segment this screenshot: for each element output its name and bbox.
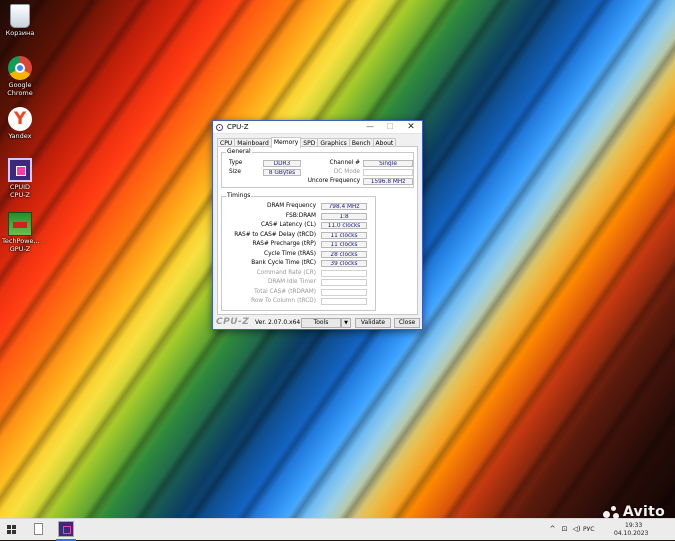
tools-button[interactable]: Tools bbox=[301, 318, 341, 328]
chrome-icon bbox=[8, 56, 32, 80]
taskbar: ^ ⊡ ◁) РУС 19:33 04.10.2023 bbox=[0, 518, 675, 541]
clock-date[interactable]: 04.10.2023 bbox=[614, 530, 648, 537]
close-button[interactable]: Close bbox=[394, 318, 420, 328]
desktop-icon-recycle-bin[interactable]: Корзина bbox=[2, 4, 38, 37]
timing-value: 11.0 clocks bbox=[321, 222, 367, 229]
timing-label: Command Rate (CR) bbox=[256, 269, 316, 276]
file-explorer-icon[interactable] bbox=[34, 523, 43, 535]
windows-start-icon[interactable] bbox=[7, 525, 16, 534]
uncore-frequency-value: 1596.8 MHz bbox=[363, 178, 413, 185]
timing-value bbox=[321, 288, 367, 296]
timing-value: 798.4 MHz bbox=[321, 203, 367, 210]
maximize-button[interactable]: ☐ bbox=[380, 121, 400, 133]
cpuz-icon bbox=[8, 158, 32, 182]
size-label: Size bbox=[229, 169, 241, 175]
desktop-icon-label: Yandex bbox=[8, 132, 32, 140]
timing-label: Total CAS# (tRDRAM) bbox=[254, 288, 316, 295]
gpuz-icon bbox=[8, 212, 32, 236]
desktop-icon-chrome[interactable]: Google Chrome bbox=[2, 56, 38, 97]
desktop-icon-cpuz[interactable]: CPUID CPU-Z bbox=[2, 158, 38, 199]
clock-time[interactable]: 19:33 bbox=[625, 522, 642, 529]
cpuz-title-icon bbox=[216, 123, 223, 131]
validate-button[interactable]: Validate bbox=[355, 318, 391, 328]
recycle-bin-icon bbox=[10, 4, 30, 28]
avito-dots-icon bbox=[602, 505, 621, 519]
title-bar[interactable]: CPU-Z — ☐ ✕ bbox=[213, 121, 422, 134]
type-value: DDR3 bbox=[263, 160, 301, 167]
timing-value bbox=[321, 298, 367, 305]
timing-label: CAS# Latency (CL) bbox=[261, 222, 316, 228]
timing-value: 28 clocks bbox=[321, 250, 367, 258]
desktop-icon-gpuz[interactable]: TechPowe... GPU-Z bbox=[2, 212, 40, 253]
tools-dropdown-button[interactable]: ▼ bbox=[341, 318, 351, 328]
size-value: 8 GBytes bbox=[263, 169, 301, 176]
timing-value: 39 clocks bbox=[321, 260, 367, 267]
timing-label: RAS# to CAS# Delay (tRCD) bbox=[234, 231, 316, 238]
timing-value: 1:8 bbox=[321, 212, 367, 220]
timing-value bbox=[321, 279, 367, 286]
yandex-icon: Y bbox=[8, 107, 32, 131]
timing-label: DRAM Idle Timer bbox=[267, 279, 316, 285]
avito-watermark: Avito bbox=[602, 504, 665, 520]
timing-value: 11 clocks bbox=[321, 241, 367, 248]
timing-value bbox=[321, 269, 367, 277]
dc-mode-value bbox=[363, 169, 413, 176]
desktop-icon-yandex[interactable]: Y Yandex bbox=[2, 107, 38, 140]
timing-label: RAS# Precharge (tRP) bbox=[252, 241, 316, 247]
timings-group-label: Timings bbox=[226, 192, 252, 200]
channel-label: Channel # bbox=[329, 160, 361, 166]
timing-label: Row To Column (tRCD) bbox=[251, 298, 316, 304]
desktop-icon-label: TechPowe... GPU-Z bbox=[2, 237, 40, 253]
timing-label: Bank Cycle Time (tRC) bbox=[251, 260, 316, 266]
memory-panel: General Type DDR3 Size 8 GBytes Channel … bbox=[217, 146, 418, 315]
window-title: CPU-Z bbox=[227, 123, 249, 131]
channel-value: Single bbox=[363, 160, 413, 167]
desktop-icon-label: Корзина bbox=[5, 29, 35, 37]
cpuz-window: CPU-Z — ☐ ✕ CPU Mainboard Memory SPD Gra… bbox=[212, 120, 423, 330]
version-text: Ver. 2.07.0.x64 bbox=[255, 319, 301, 326]
timing-label: Cycle Time (tRAS) bbox=[264, 250, 316, 257]
language-indicator[interactable]: РУС bbox=[583, 526, 594, 533]
timing-value: 11 clocks bbox=[321, 231, 367, 239]
close-window-button[interactable]: ✕ bbox=[401, 121, 421, 133]
cpuz-brand-logo: CPU-Z bbox=[216, 317, 250, 327]
general-group: General Type DDR3 Size 8 GBytes Channel … bbox=[221, 148, 414, 188]
window-footer: CPU-Z Ver. 2.07.0.x64 Tools ▼ Validate C… bbox=[213, 317, 422, 329]
network-icon[interactable]: ⊡ bbox=[560, 525, 569, 533]
uncore-frequency-label: Uncore Frequency bbox=[307, 178, 360, 184]
taskbar-cpuz-icon[interactable] bbox=[58, 521, 74, 537]
type-label: Type bbox=[229, 160, 243, 166]
desktop-icon-label: Google Chrome bbox=[7, 81, 33, 97]
timing-label: DRAM Frequency bbox=[266, 203, 316, 209]
timing-label: FSB:DRAM bbox=[285, 212, 316, 219]
volume-icon[interactable]: ◁) bbox=[572, 525, 581, 533]
avito-text: Avito bbox=[622, 504, 665, 520]
timings-group: Timings DRAM Frequency 798.4 MHz FSB:DRAM 1… bbox=[221, 192, 376, 311]
minimize-button[interactable]: — bbox=[360, 121, 380, 133]
desktop-icon-label: CPUID CPU-Z bbox=[9, 183, 31, 199]
tab-memory[interactable]: Memory bbox=[270, 137, 302, 148]
tray-chevron-icon[interactable]: ^ bbox=[548, 525, 557, 533]
dc-mode-label: DC Mode bbox=[333, 169, 360, 175]
general-group-label: General bbox=[226, 148, 252, 156]
